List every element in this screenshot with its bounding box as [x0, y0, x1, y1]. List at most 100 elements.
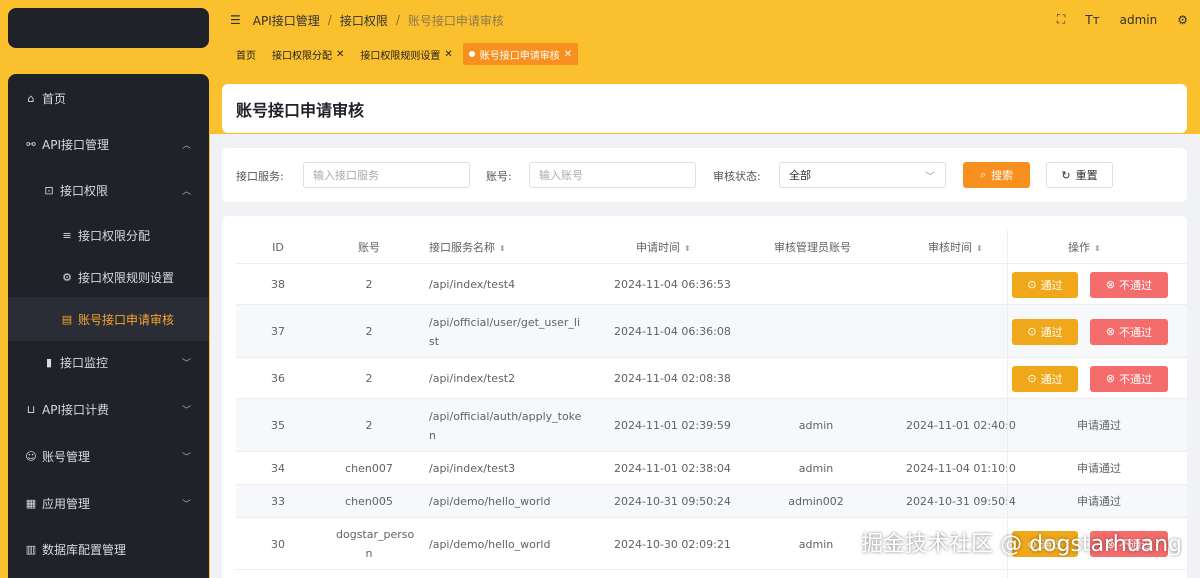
- reject-button-label: 不通过: [1119, 372, 1153, 386]
- header-account: 账号: [358, 241, 380, 254]
- sidebar-item-label: 接口权限: [60, 183, 109, 198]
- approve-button[interactable]: ⊙ 通过: [1012, 318, 1078, 345]
- approve-button[interactable]: ⊙ 通过: [1012, 365, 1078, 392]
- user-icon: ☺: [25, 449, 37, 463]
- gear-icon: ⚙: [62, 270, 72, 284]
- sidebar-item-label: 首页: [42, 91, 67, 106]
- close-circle-icon: ⊗: [1105, 372, 1116, 385]
- approve-button-label: 通过: [1040, 325, 1063, 339]
- sidebar-item-label: 应用管理: [42, 496, 91, 511]
- chevron-down-icon: ﹀: [181, 405, 191, 416]
- sidebar-item-api-permission[interactable]: ⊡ 接口权限 ︿: [8, 168, 209, 212]
- font-size-icon[interactable]: Tт: [1085, 13, 1099, 27]
- status-value: 全部: [789, 169, 811, 182]
- cell-id: 30: [271, 537, 285, 551]
- sidebar-item-label: 账号管理: [42, 449, 91, 464]
- cell-account: 2: [365, 372, 373, 385]
- cell-account: 2: [365, 419, 373, 432]
- tab-permission-assign[interactable]: 接口权限分配 ✕: [266, 43, 350, 65]
- cell-service: /api/demo/hello_world: [429, 495, 551, 508]
- search-button[interactable]: ⌕ 搜索: [963, 162, 1030, 188]
- menu-fold-icon[interactable]: ☰: [230, 13, 241, 27]
- header-apply-time[interactable]: 申请时间 ⬍: [636, 238, 691, 258]
- account-input[interactable]: 输入账号: [529, 162, 696, 188]
- cell-id: 36: [271, 372, 285, 385]
- close-icon[interactable]: ✕: [444, 49, 452, 60]
- table-row: 38 2/api/index/test4 2024-11-04 06:36:53 ⊙ 通…: [236, 264, 1187, 305]
- header-review-time-label: 审核时间: [928, 241, 972, 254]
- tab-home[interactable]: 首页: [230, 43, 262, 65]
- cell-status: 申请通过: [1077, 419, 1121, 432]
- header-review-time[interactable]: 审核时间 ⬍: [928, 238, 983, 258]
- cell-id: 34: [271, 462, 285, 475]
- sidebar-item-api-management[interactable]: ⚯ API接口管理 ︿: [8, 122, 209, 166]
- table-row: 36 2/api/index/test2 2024-11-04 02:08:38 ⊙ 通…: [236, 358, 1187, 399]
- grid-icon: ▦: [25, 496, 37, 510]
- sidebar-item-permission-assign[interactable]: ≡ 接口权限分配: [8, 213, 209, 257]
- breadcrumb-separator: /: [395, 13, 400, 27]
- search-button-label: 搜索: [991, 169, 1014, 182]
- tab-label: 首页: [236, 50, 256, 62]
- close-icon[interactable]: ✕: [336, 49, 344, 60]
- sidebar-logo: [8, 8, 209, 48]
- user-name[interactable]: admin: [1120, 13, 1158, 27]
- cell-id: 38: [271, 278, 285, 291]
- reject-button[interactable]: ⊗ 不通过: [1090, 365, 1168, 392]
- header-action-label: 操作: [1068, 241, 1090, 254]
- cell-apply-time: 2024-10-30 02:09:21: [614, 537, 731, 551]
- sidebar-item-api-billing[interactable]: ⊔ API接口计费 ﹀: [8, 387, 209, 431]
- fullscreen-icon[interactable]: ⛶: [1057, 12, 1065, 27]
- cell-apply-time: 2024-11-04 02:08:38: [614, 372, 731, 385]
- check-circle-icon: ⊙: [1027, 325, 1037, 338]
- breadcrumb-item[interactable]: API接口管理: [253, 12, 320, 29]
- cell-status: 申请通过: [1077, 462, 1121, 475]
- reset-button[interactable]: ↻ 重置: [1046, 162, 1113, 188]
- sidebar-item-application-review[interactable]: ▤ 账号接口申请审核: [8, 297, 209, 341]
- cell-account: 2: [365, 325, 373, 338]
- close-icon[interactable]: ✕: [564, 49, 572, 60]
- lock-icon: ⊡: [44, 183, 54, 197]
- cell-service: /api/index/test2: [429, 372, 516, 385]
- data-table: ID 账号 接口服务名称 ⬍ 申请时间 ⬍ 审核管理员账号 审核时间 ⬍ 操作 ⬍ 38…: [222, 216, 1187, 578]
- tab-application-review[interactable]: 账号接口申请审核 ✕: [462, 43, 579, 65]
- sidebar-item-label: 账号接口申请审核: [78, 312, 175, 327]
- sort-icon[interactable]: ⬍: [499, 244, 506, 253]
- chart-icon: ▮: [45, 355, 53, 369]
- database-icon: ▥: [25, 542, 37, 556]
- chevron-up-icon: ︿: [181, 186, 191, 197]
- watermark: 掘金技术社区 @ dogstarhuang: [861, 532, 1182, 557]
- reject-button[interactable]: ⊗ 不通过: [1090, 271, 1168, 298]
- cell-account: chen007: [345, 462, 393, 475]
- cell-admin: admin002: [788, 495, 844, 508]
- approve-button-label: 通过: [1040, 278, 1063, 292]
- table-header-row: ID 账号 接口服务名称 ⬍ 申请时间 ⬍ 审核管理员账号 审核时间 ⬍ 操作 ⬍: [236, 230, 1187, 264]
- breadcrumb-item[interactable]: 接口权限: [340, 12, 388, 29]
- chevron-up-icon: ︿: [181, 140, 191, 151]
- check-circle-icon: ⊙: [1027, 372, 1037, 385]
- sidebar-item-account-management[interactable]: ☺ 账号管理 ﹀: [8, 434, 209, 478]
- sort-icon[interactable]: ⬍: [976, 244, 983, 253]
- sidebar-item-permission-rules[interactable]: ⚙ 接口权限规则设置: [8, 255, 209, 299]
- cell-apply-time: 2024-11-04 06:36:08: [614, 325, 731, 338]
- check-circle-icon: ⊙: [1027, 278, 1037, 291]
- sidebar-item-label: API接口管理: [42, 137, 109, 152]
- sidebar-item-home[interactable]: ⌂ 首页: [8, 76, 209, 120]
- refresh-icon: ↻: [1061, 168, 1071, 182]
- reject-button[interactable]: ⊗ 不通过: [1090, 318, 1168, 345]
- header-action[interactable]: 操作 ⬍: [1068, 238, 1101, 258]
- service-input[interactable]: 输入接口服务: [303, 162, 470, 188]
- header-service[interactable]: 接口服务名称 ⬍: [429, 238, 506, 258]
- header-service-label: 接口服务名称: [429, 241, 495, 254]
- sort-icon[interactable]: ⬍: [684, 244, 691, 253]
- sidebar-item-app-management[interactable]: ▦ 应用管理 ﹀: [8, 481, 209, 525]
- tab-permission-rules[interactable]: 接口权限规则设置 ✕: [354, 43, 458, 65]
- tab-label: 接口权限规则设置: [360, 50, 441, 62]
- settings-icon[interactable]: ⚙: [1177, 13, 1188, 27]
- status-select[interactable]: 全部 ﹀: [779, 162, 946, 188]
- approve-button[interactable]: ⊙ 通过: [1012, 271, 1078, 298]
- status-label: 审核状态:: [713, 170, 761, 183]
- sort-icon[interactable]: ⬍: [1094, 244, 1101, 253]
- sidebar-item-api-monitor[interactable]: ▮ 接口监控 ﹀: [8, 340, 209, 384]
- sidebar-item-database-config[interactable]: ▥ 数据库配置管理: [8, 527, 209, 571]
- link-icon: ⚯: [26, 137, 36, 151]
